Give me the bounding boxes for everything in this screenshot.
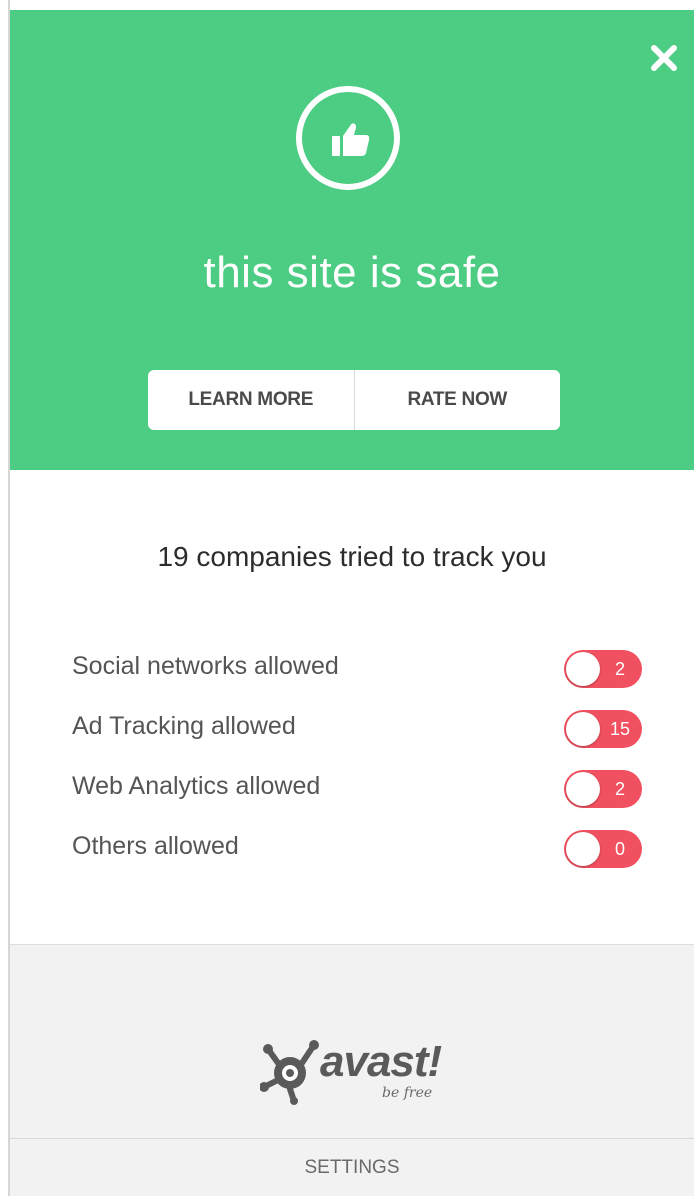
ad-tracking-toggle[interactable]: 15: [564, 710, 642, 748]
close-button[interactable]: [646, 40, 682, 76]
page-title: this site is safe: [203, 248, 501, 297]
tracking-summary: 19 companies tried to track you: [157, 541, 547, 572]
toggle-knob: [566, 652, 600, 686]
web-analytics-toggle[interactable]: 2: [564, 770, 642, 808]
settings-button[interactable]: SETTINGS: [10, 1138, 694, 1197]
status-header: this site is safe LEARN MORE RATE NOW: [10, 10, 694, 470]
rate-now-button[interactable]: RATE NOW: [355, 370, 561, 430]
toggle-knob: [566, 832, 600, 866]
tracker-row-ad-tracking: Ad Tracking allowed 15: [72, 708, 642, 748]
tracker-row-web-analytics: Web Analytics allowed 2: [72, 768, 642, 808]
left-edge: [0, 0, 10, 1196]
tracker-label: Ad Tracking allowed: [72, 712, 296, 740]
close-icon: [651, 45, 677, 71]
brand-tagline: be free: [382, 1085, 433, 1101]
safe-status-badge: [296, 86, 400, 190]
tracker-count: 2: [614, 659, 625, 679]
footer: avast! be free SETTINGS: [10, 944, 694, 1196]
social-networks-toggle[interactable]: 2: [564, 650, 642, 688]
avast-logo: avast! be free: [260, 1035, 460, 1115]
toggle-knob: [566, 712, 600, 746]
learn-more-button[interactable]: LEARN MORE: [148, 370, 354, 430]
extension-popup: this site is safe LEARN MORE RATE NOW 19…: [0, 0, 694, 1196]
avast-emblem-icon: [260, 1040, 319, 1105]
thumbs-up-icon: [332, 123, 370, 156]
tracker-label: Others allowed: [72, 832, 239, 860]
action-button-group: LEARN MORE RATE NOW: [148, 370, 560, 430]
others-toggle[interactable]: 0: [564, 830, 642, 868]
top-strip: [0, 0, 694, 10]
tracker-row-others: Others allowed 0: [72, 828, 642, 868]
tracker-count: 2: [614, 779, 625, 799]
brand-name: avast!: [320, 1037, 442, 1086]
tracker-row-social: Social networks allowed 2: [72, 648, 642, 688]
tracker-label: Social networks allowed: [72, 652, 339, 680]
toggle-knob: [566, 772, 600, 806]
tracker-count: 15: [609, 719, 631, 739]
tracker-count: 0: [614, 839, 625, 859]
tracker-label: Web Analytics allowed: [72, 772, 321, 800]
